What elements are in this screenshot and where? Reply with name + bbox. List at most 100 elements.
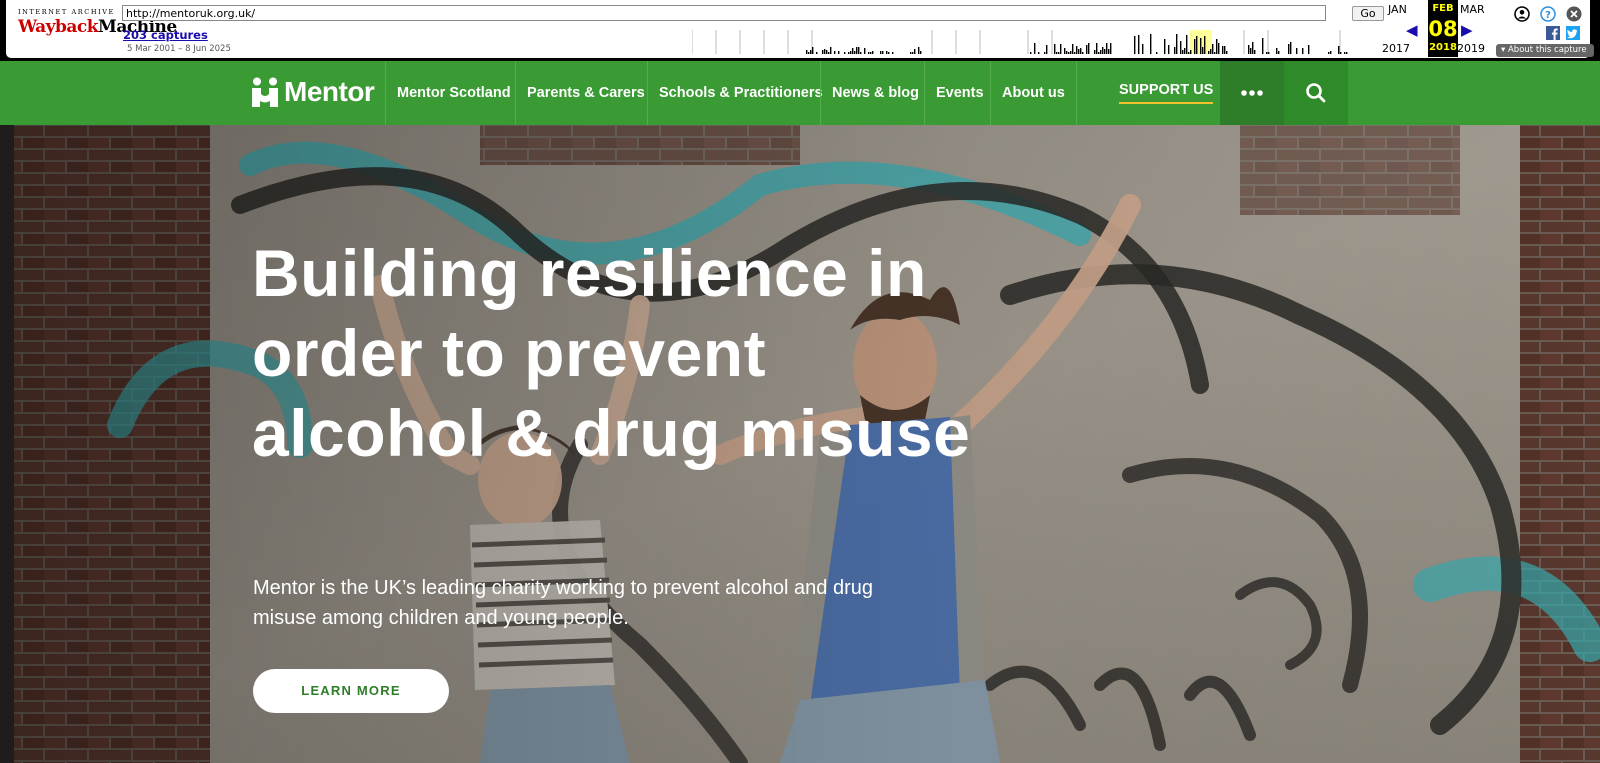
sparkline-bar <box>1252 42 1254 54</box>
wayback-prev-arrow-icon[interactable]: ◀ <box>1406 21 1418 39</box>
support-us-link[interactable]: SUPPORT US <box>1119 81 1214 104</box>
wayback-next-month[interactable]: MAR <box>1460 3 1485 16</box>
wayback-captures-link[interactable]: 203 captures <box>123 28 208 42</box>
sparkline-bar <box>870 52 872 54</box>
sparkline-bar <box>1266 52 1268 54</box>
sparkline-bar <box>1138 35 1140 54</box>
sparkline-bar <box>1064 48 1066 54</box>
sparkline-bar <box>1194 39 1196 54</box>
sparkline-bar <box>1302 48 1304 54</box>
sparkline-bar <box>892 52 894 54</box>
wayback-toolbar: INTERNET ARCHIVE WaybackMachine Go 203 c… <box>0 0 1600 61</box>
sparkline-bar <box>1060 44 1062 54</box>
nav-item-mentor-scotland[interactable]: Mentor Scotland <box>385 61 522 125</box>
sparkline-bar <box>1226 51 1228 54</box>
sparkline-bar <box>920 51 922 54</box>
wayback-logo-top: INTERNET ARCHIVE <box>18 8 115 16</box>
sparkline-bar <box>1208 51 1210 54</box>
sparkline-bar <box>1218 43 1220 54</box>
sparkline-bar <box>808 52 810 54</box>
mentor-logo-text: Mentor <box>284 76 375 107</box>
sparkline-bar <box>830 47 832 54</box>
facebook-icon[interactable] <box>1546 26 1560 40</box>
sparkline-bar <box>1102 47 1104 54</box>
sparkline-bar <box>1156 52 1158 54</box>
sparkline-bar <box>854 51 856 54</box>
sparkline-bar <box>812 47 814 54</box>
nav-item-events[interactable]: Events <box>924 61 995 125</box>
nav-item-news-blog[interactable]: News & blog <box>820 61 930 125</box>
sparkline-bar <box>834 51 836 54</box>
wayback-prev-month[interactable]: JAN <box>1388 3 1407 16</box>
sparkline-bar <box>1328 52 1330 54</box>
sparkline-bar <box>1174 47 1176 54</box>
sparkline-bar <box>1346 52 1348 54</box>
sparkline-bar <box>816 52 818 54</box>
sparkline-bar <box>1104 49 1106 54</box>
sparkline-bar <box>1030 52 1032 54</box>
sparkline-bar <box>1182 50 1184 54</box>
wayback-prev-year[interactable]: 2017 <box>1382 42 1410 55</box>
sparkline-bar <box>824 49 826 54</box>
wayback-date-range: 5 Mar 2001 – 8 Jun 2025 <box>127 44 231 54</box>
sparkline-bar <box>888 52 890 54</box>
sparkline-bar <box>1034 43 1036 54</box>
nav-item-schools-practitioners[interactable]: Schools & Practitioners <box>647 61 834 125</box>
sparkline-bar <box>822 50 824 54</box>
wayback-url-input[interactable] <box>122 5 1326 21</box>
sparkline-bar <box>1330 51 1332 54</box>
sparkline-bar <box>1176 34 1178 54</box>
wayback-logo-word-1: Wayback <box>18 17 99 37</box>
more-dots-icon <box>1241 90 1263 96</box>
sparkline-bar <box>826 50 828 54</box>
sparkline-bar <box>1340 52 1342 54</box>
sparkline-bar <box>864 48 866 54</box>
sparkline-bar <box>872 51 874 54</box>
sparkline-bar <box>1338 46 1340 54</box>
sparkline-bar <box>1044 52 1046 54</box>
sparkline-bar <box>1056 52 1058 54</box>
learn-more-button[interactable]: LEARN MORE <box>253 669 449 713</box>
wayback-go-button[interactable]: Go <box>1352 6 1384 21</box>
sparkline-bar <box>882 51 884 54</box>
hero-section: Building resilience in order to prevent … <box>0 125 1600 763</box>
user-icon[interactable] <box>1514 6 1530 22</box>
sparkline-bar <box>912 52 914 54</box>
sparkline-bar <box>844 52 846 54</box>
sparkline-bar <box>1150 34 1152 54</box>
sparkline-bar <box>1276 48 1278 54</box>
sparkline-bar <box>1288 44 1290 54</box>
sparkline-bar <box>1106 43 1108 54</box>
wayback-next-arrow-icon[interactable]: ▶ <box>1461 21 1473 39</box>
nav-item-about-us[interactable]: About us <box>990 61 1077 125</box>
twitter-icon[interactable] <box>1566 26 1580 40</box>
close-icon[interactable] <box>1566 6 1582 22</box>
sparkline-bar <box>1186 35 1188 54</box>
help-icon[interactable]: ? <box>1540 6 1556 22</box>
mentor-logo-icon <box>252 77 278 107</box>
nav-item-parents-carers[interactable]: Parents & Carers <box>515 61 656 125</box>
search-button[interactable] <box>1284 61 1348 125</box>
sparkline-bar <box>848 52 850 54</box>
sparkline-bar <box>1072 44 1074 54</box>
wayback-about-capture[interactable]: ▾ About this capture <box>1496 44 1594 57</box>
sparkline-bar <box>1188 52 1190 54</box>
hero-subtitle: Mentor is the UK’s leading charity worki… <box>253 577 873 629</box>
sparkline-bar <box>1268 52 1270 54</box>
wayback-logo[interactable]: INTERNET ARCHIVE WaybackMachine <box>18 8 177 48</box>
sparkline-bar <box>810 50 812 54</box>
sparkline-bar <box>1168 45 1170 54</box>
sparkline-bar <box>1098 52 1100 54</box>
sparkline-bar <box>1134 36 1136 54</box>
wayback-next-year[interactable]: 2019 <box>1457 42 1485 55</box>
sparkline-bar <box>1222 46 1224 54</box>
more-menu-button[interactable] <box>1220 61 1284 125</box>
sparkline-bar <box>1068 52 1070 54</box>
sparkline-bar <box>1108 49 1110 54</box>
sparkline-bar <box>1094 50 1096 54</box>
sparkline-bar <box>1202 47 1204 54</box>
wayback-capture-sparkline[interactable] <box>692 30 1364 54</box>
sparkline-bar <box>1076 46 1078 54</box>
mentor-logo[interactable]: Mentor <box>252 72 375 112</box>
sparkline-bar <box>1250 48 1252 54</box>
